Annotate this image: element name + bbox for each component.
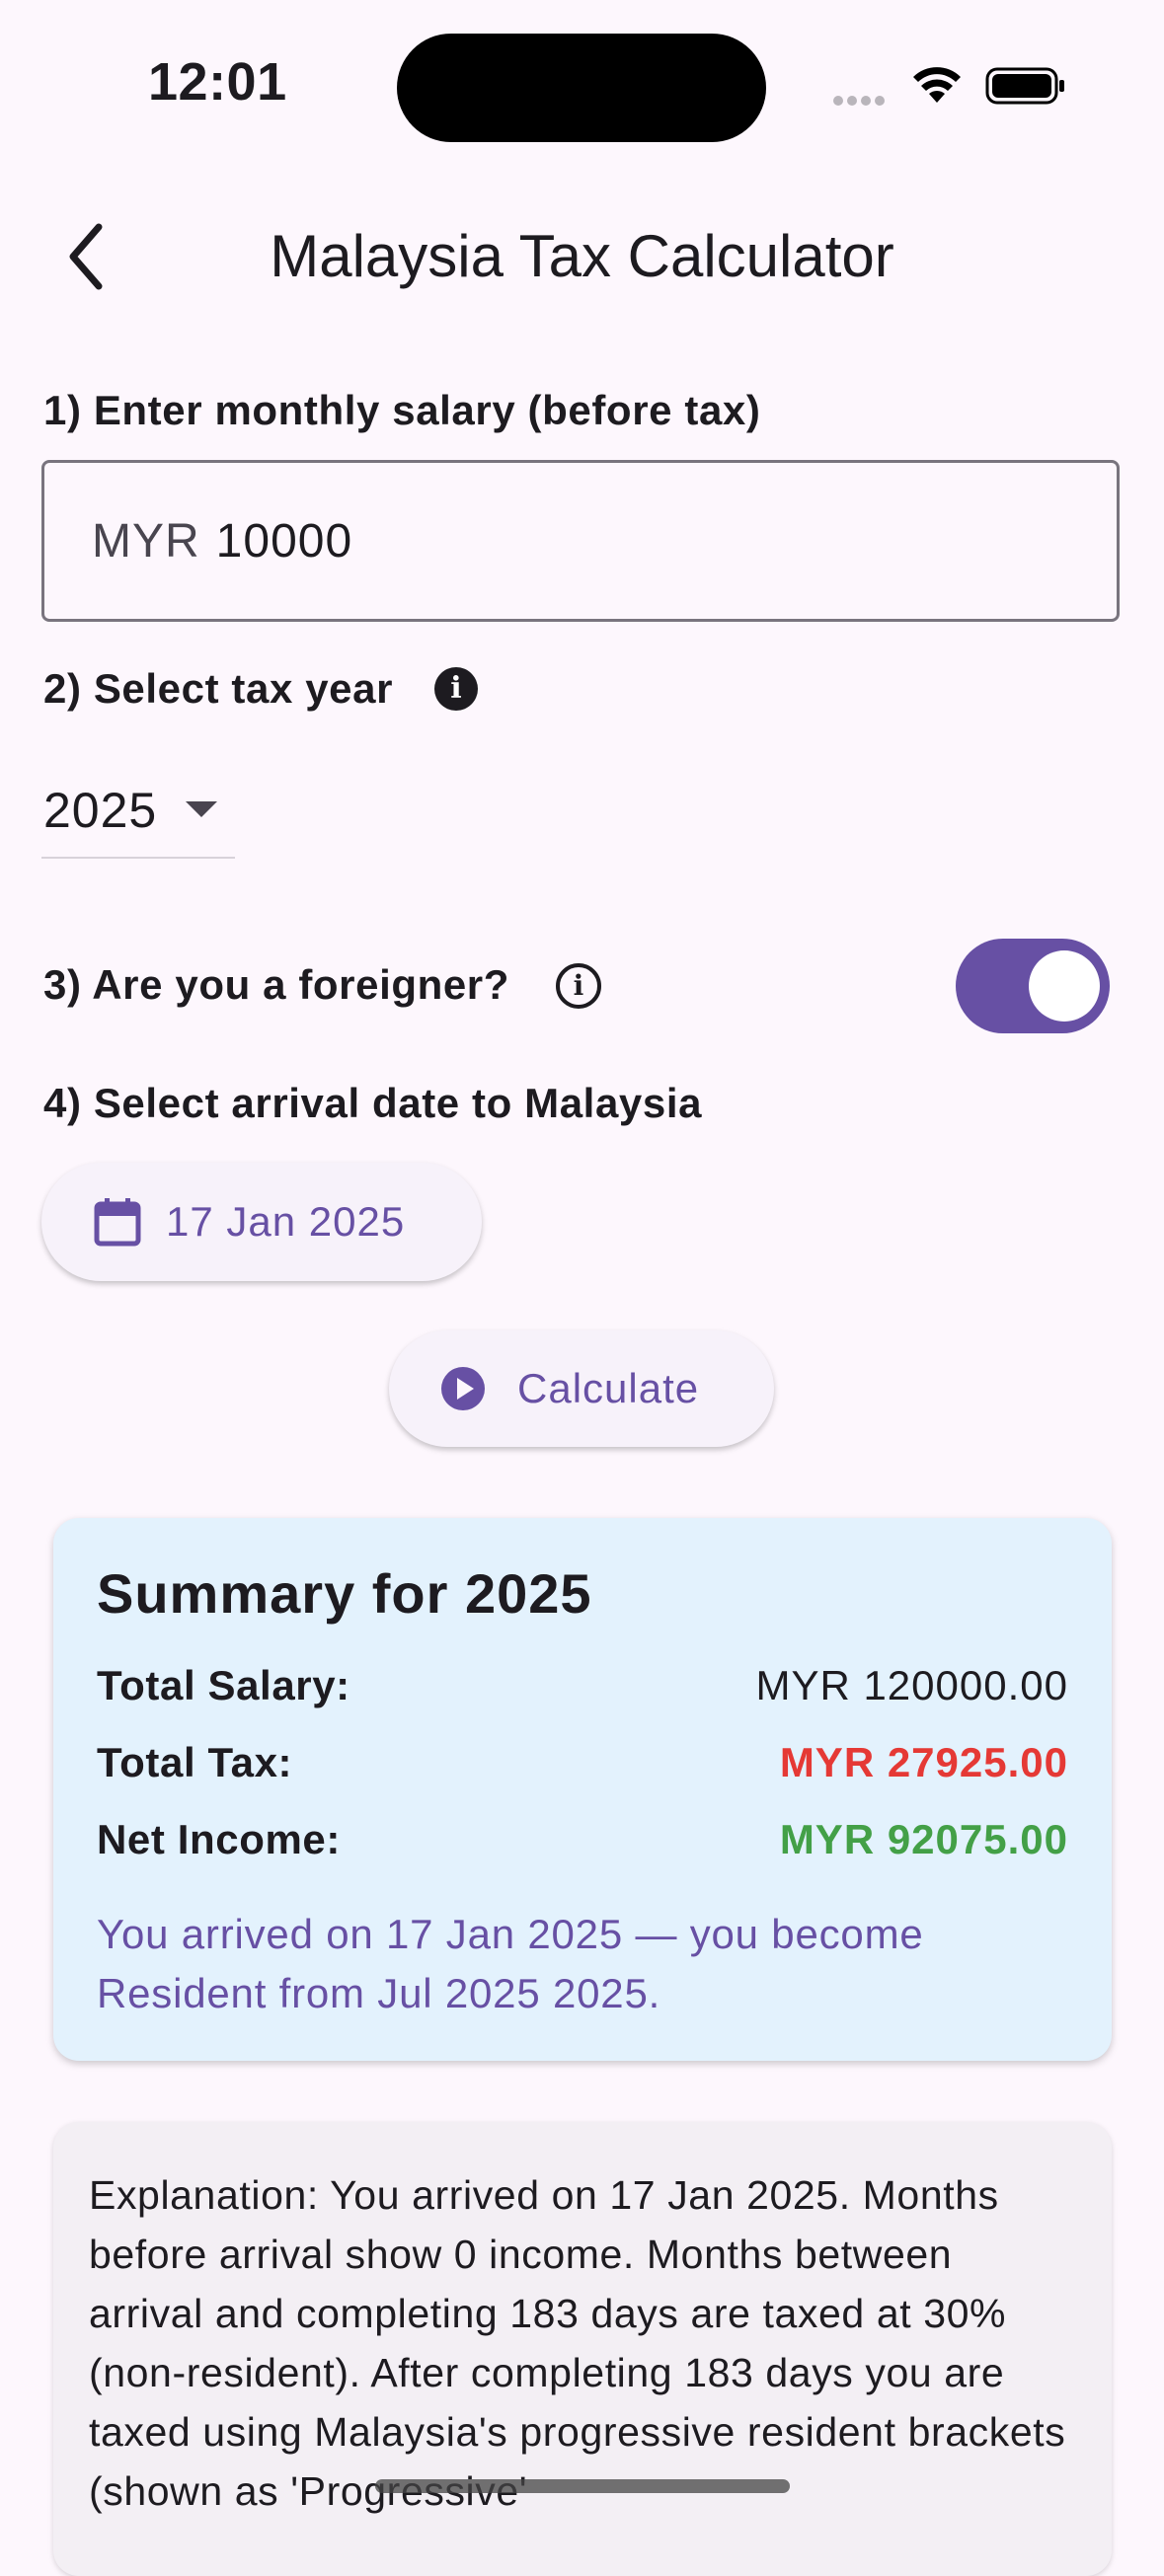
calculate-button[interactable]: Calculate [389, 1330, 774, 1447]
foreigner-label: 3) Are you a foreigner? [43, 961, 510, 1008]
total-tax-label: Total Tax: [97, 1739, 293, 1785]
arrival-date-label: 4) Select arrival date to Malaysia [43, 1080, 703, 1126]
tax-year-dropdown[interactable]: 2025 [41, 772, 235, 859]
wifi-icon [913, 67, 961, 103]
tax-year-value: 2025 [43, 783, 158, 838]
toggle-knob [1029, 950, 1100, 1022]
summary-row-total-tax: Total Tax: MYR 27925.00 [97, 1739, 1068, 1786]
foreigner-info-icon[interactable]: i [556, 963, 601, 1009]
salary-label: 1) Enter monthly salary (before tax) [43, 387, 761, 433]
total-salary-value: MYR 120000.00 [755, 1662, 1068, 1708]
cellular-signal-icon [833, 93, 889, 111]
total-salary-label: Total Salary: [97, 1662, 350, 1708]
summary-row-total-salary: Total Salary: MYR 120000.00 [97, 1662, 1068, 1709]
play-circle-icon [441, 1367, 485, 1410]
currency-prefix: MYR [92, 514, 200, 568]
tax-year-info-icon[interactable]: i [434, 667, 478, 711]
summary-row-net-income: Net Income: MYR 92075.00 [97, 1816, 1068, 1863]
summary-card: Summary for 2025 Total Salary: MYR 12000… [53, 1518, 1112, 2061]
dropdown-caret-icon [186, 801, 217, 817]
net-income-label: Net Income: [97, 1816, 341, 1862]
summary-title: Summary for 2025 [97, 1562, 592, 1625]
arrival-date-text: 17 Jan 2025 [166, 1198, 406, 1245]
calendar-icon [94, 1198, 141, 1247]
battery-icon [985, 67, 1064, 105]
home-indicator[interactable] [375, 2479, 790, 2493]
explanation-text: Explanation: You arrived on 17 Jan 2025.… [89, 2172, 1066, 2514]
total-tax-value: MYR 27925.00 [779, 1739, 1068, 1785]
arrival-date-button[interactable]: 17 Jan 2025 [41, 1163, 482, 1281]
net-income-value: MYR 92075.00 [779, 1816, 1068, 1862]
explanation-card: Explanation: You arrived on 17 Jan 2025.… [53, 2122, 1112, 2576]
dynamic-island [397, 34, 766, 142]
salary-value: 10000 [215, 514, 353, 568]
tax-year-label: 2) Select tax year [43, 665, 394, 712]
status-time: 12:01 [148, 52, 287, 112]
salary-input[interactable]: MYR 10000 [41, 460, 1120, 622]
page-title: Malaysia Tax Calculator [270, 223, 894, 289]
calculate-label: Calculate [517, 1365, 700, 1411]
residency-note: You arrived on 17 Jan 2025 — you become … [97, 1911, 924, 2016]
foreigner-toggle[interactable] [956, 939, 1110, 1033]
